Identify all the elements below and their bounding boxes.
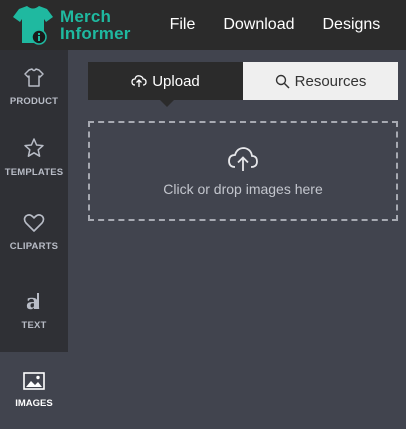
- app: Merch Informer File Download Designs PRO…: [0, 0, 406, 429]
- tab-resources[interactable]: Resources: [243, 62, 398, 100]
- image-dropzone[interactable]: Click or drop images here: [88, 121, 398, 221]
- cloud-upload-icon: [228, 147, 258, 171]
- sidebar-item-label: TEXT: [21, 320, 47, 331]
- logo-line-2: Informer: [60, 24, 131, 43]
- star-icon: [24, 138, 44, 157]
- sidebar-item-templates[interactable]: TEMPLATES: [0, 120, 68, 195]
- text-a-icon: a: [26, 290, 40, 312]
- tab-resources-label: Resources: [294, 72, 367, 90]
- tab-upload[interactable]: Upload: [88, 62, 243, 107]
- nav-file[interactable]: File: [170, 16, 196, 34]
- search-icon: [275, 74, 290, 89]
- tab-upload-label: Upload: [152, 72, 200, 90]
- sidebar-item-images[interactable]: IMAGES: [0, 352, 68, 429]
- tshirt-icon: [24, 68, 44, 87]
- sidebar: PRODUCT TEMPLATES CLIPARTS a TEXT: [0, 50, 68, 352]
- nav-designs[interactable]: Designs: [323, 16, 381, 34]
- logo-wordmark: Merch Informer: [60, 8, 131, 42]
- sidebar-item-label: PRODUCT: [9, 96, 59, 107]
- sidebar-item-text[interactable]: a TEXT: [0, 273, 68, 348]
- sidebar-item-label: IMAGES: [15, 398, 53, 409]
- top-nav: File Download Designs: [170, 16, 406, 34]
- nav-download[interactable]: Download: [223, 16, 294, 34]
- heart-icon: [23, 214, 45, 232]
- sidebar-item-product[interactable]: PRODUCT: [0, 50, 68, 125]
- sidebar-item-cliparts[interactable]: CLIPARTS: [0, 195, 68, 270]
- tshirt-logo-icon: [11, 3, 55, 47]
- logo-line-1: Merch: [60, 7, 112, 26]
- cloud-upload-icon: [131, 75, 147, 87]
- image-icon: [23, 372, 45, 390]
- logo[interactable]: Merch Informer: [11, 0, 131, 50]
- top-bar: Merch Informer File Download Designs: [0, 0, 406, 50]
- panel-tabs: Upload Resources: [88, 62, 398, 107]
- sidebar-item-label: TEMPLATES: [4, 167, 64, 178]
- sidebar-item-label: CLIPARTS: [9, 241, 59, 252]
- dropzone-text: Click or drop images here: [163, 181, 323, 197]
